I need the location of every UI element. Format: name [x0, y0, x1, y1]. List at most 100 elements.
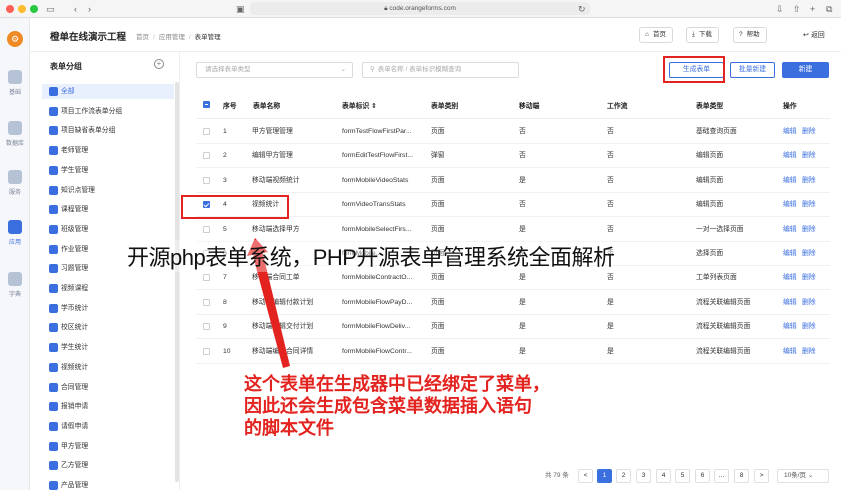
- maximize-window-button[interactable]: [30, 5, 38, 13]
- delete-link[interactable]: 删除: [802, 169, 816, 193]
- delete-link[interactable]: 删除: [802, 193, 816, 217]
- table-row[interactable]: 10 移动端编辑合同详情 formMobileFlowContr... 页面是是流程关…: [196, 340, 830, 364]
- table-row[interactable]: 3 移动端视频统计 formMobileVideoStats 页面是否编辑页面 编辑 删除: [196, 169, 830, 193]
- batch-new-button[interactable]: 批量新建: [730, 62, 775, 78]
- group-item[interactable]: 课程管理: [42, 202, 174, 217]
- delete-link[interactable]: 删除: [802, 120, 816, 144]
- add-group-button[interactable]: +: [154, 59, 164, 69]
- delete-link[interactable]: 删除: [802, 315, 816, 339]
- group-scrollbar[interactable]: [175, 82, 179, 482]
- edit-link[interactable]: 编辑: [783, 169, 797, 193]
- group-item[interactable]: 产品管理: [42, 478, 174, 490]
- address-bar[interactable]: 🔒︎ code.orangeforms.com: [250, 2, 590, 15]
- next-page-button[interactable]: >: [754, 469, 769, 483]
- rail-item-basic[interactable]: 基础: [0, 70, 30, 96]
- minimize-window-button[interactable]: [18, 5, 26, 13]
- row-checkbox[interactable]: [203, 128, 210, 135]
- row-checkbox[interactable]: [203, 176, 210, 184]
- row-checkbox[interactable]: [203, 347, 210, 355]
- edit-link[interactable]: 编辑: [783, 242, 797, 266]
- group-item[interactable]: 项目缺省表单分组: [42, 123, 174, 138]
- table-row[interactable]: 9 移动端编辑交付计划 formMobileFlowDeliv... 页面是是流程关联…: [196, 315, 830, 340]
- rail-item-app[interactable]: 应用: [0, 220, 30, 246]
- group-item[interactable]: 学币统计: [42, 301, 174, 316]
- table-row[interactable]: 5 移动端选择甲方 formMobileSelectFirs... 页面是否一对一选择…: [196, 218, 830, 242]
- group-item[interactable]: 学生管理: [42, 163, 174, 178]
- home-button[interactable]: ⌂ 首页: [639, 27, 673, 43]
- group-item[interactable]: 校区统计: [42, 320, 174, 335]
- page-size-select[interactable]: 10条/页 ⌄: [777, 469, 829, 483]
- group-item-label: 视频统计: [61, 363, 89, 371]
- breadcrumb-home[interactable]: 首页: [136, 34, 149, 41]
- help-button[interactable]: ? 帮助: [733, 27, 767, 43]
- edit-link[interactable]: 编辑: [783, 218, 797, 242]
- select-all-checkbox[interactable]: [203, 101, 210, 108]
- rail-item-service[interactable]: 服务: [0, 170, 30, 196]
- prev-page-button[interactable]: <: [578, 469, 593, 483]
- back-button[interactable]: ↩ 返回: [803, 30, 825, 40]
- edit-link[interactable]: 编辑: [783, 120, 797, 144]
- group-item[interactable]: 项目工作流表单分组: [42, 104, 174, 119]
- row-checkbox[interactable]: [203, 274, 210, 282]
- edit-link[interactable]: 编辑: [783, 266, 797, 290]
- group-item[interactable]: 合同管理: [42, 380, 174, 395]
- search-input[interactable]: ⚲ 表单名称 / 表单标识模糊查询: [362, 62, 519, 78]
- edit-link[interactable]: 编辑: [783, 291, 797, 315]
- new-button[interactable]: 新建: [782, 62, 829, 78]
- group-item[interactable]: 视频统计: [42, 360, 174, 375]
- share-icon[interactable]: ⇧: [793, 3, 801, 15]
- form-type-select[interactable]: 请选择表单类型 ⌄: [196, 62, 353, 78]
- group-item[interactable]: 老师管理: [42, 143, 174, 158]
- group-item[interactable]: 报销申请: [42, 399, 174, 414]
- table-row[interactable]: 4 视频统计 formVideoTransStats 页面否否编辑页面 编辑 删除: [196, 193, 830, 218]
- table-row[interactable]: 1 甲方管理管理 formTestFlowFirstPar... 页面否否基础查询页面…: [196, 120, 830, 144]
- group-item[interactable]: 班级管理: [42, 222, 174, 237]
- edit-link[interactable]: 编辑: [783, 315, 797, 339]
- delete-link[interactable]: 删除: [802, 218, 816, 242]
- rail-label: 字典: [8, 292, 21, 298]
- delete-link[interactable]: 删除: [802, 266, 816, 290]
- page-settings-icon[interactable]: ▣: [236, 3, 245, 15]
- edit-link[interactable]: 编辑: [783, 340, 797, 364]
- reload-icon[interactable]: ↻: [578, 3, 586, 15]
- rail-item-dictionary[interactable]: 字典: [0, 272, 30, 298]
- breadcrumb-app-management[interactable]: 应用管理: [159, 34, 185, 41]
- page-button[interactable]: 4: [656, 469, 671, 483]
- delete-link[interactable]: 删除: [802, 340, 816, 364]
- edit-link[interactable]: 编辑: [783, 144, 797, 168]
- group-item[interactable]: 全部: [42, 84, 174, 99]
- rail-item-database[interactable]: 数据库: [0, 121, 30, 147]
- page-button[interactable]: ...: [714, 469, 729, 483]
- sidebar-toggle-icon[interactable]: ▭: [46, 3, 55, 15]
- new-tab-icon[interactable]: +: [810, 3, 815, 15]
- col-header-key[interactable]: 表单标识 ⇕: [342, 100, 377, 110]
- page-button[interactable]: 1: [597, 469, 612, 483]
- page-button[interactable]: 8: [734, 469, 749, 483]
- table-row[interactable]: 8 移动端编辑付款计划 formMobileFlowPayD... 页面是是流程关联编…: [196, 291, 830, 315]
- delete-link[interactable]: 删除: [802, 291, 816, 315]
- back-nav-icon[interactable]: ‹: [74, 3, 77, 15]
- table-row[interactable]: 2 编辑甲方管理 formEditTestFlowFirst... 弹窗否否编辑页面编…: [196, 144, 830, 169]
- group-item[interactable]: 乙方管理: [42, 458, 174, 473]
- group-item[interactable]: 学生统计: [42, 340, 174, 355]
- close-window-button[interactable]: [6, 5, 14, 13]
- page-button[interactable]: 2: [616, 469, 631, 483]
- group-item[interactable]: 视频课程: [42, 281, 174, 296]
- group-item[interactable]: 甲方管理: [42, 439, 174, 454]
- row-checkbox[interactable]: [203, 298, 210, 306]
- download-button[interactable]: ⤓ 下载: [686, 27, 719, 43]
- group-item[interactable]: 知识点管理: [42, 183, 174, 198]
- forward-nav-icon[interactable]: ›: [88, 3, 91, 15]
- delete-link[interactable]: 删除: [802, 144, 816, 168]
- page-button[interactable]: 6: [695, 469, 710, 483]
- page-button[interactable]: 5: [675, 469, 690, 483]
- tab-overview-icon[interactable]: ⧉: [826, 3, 832, 15]
- edit-link[interactable]: 编辑: [783, 193, 797, 217]
- row-checkbox[interactable]: [203, 152, 210, 160]
- delete-link[interactable]: 删除: [802, 242, 816, 266]
- row-checkbox[interactable]: [203, 225, 210, 233]
- group-item[interactable]: 请假申请: [42, 419, 174, 434]
- page-button[interactable]: 3: [636, 469, 651, 483]
- row-checkbox[interactable]: [203, 323, 210, 331]
- download-icon[interactable]: ⇩: [776, 3, 784, 15]
